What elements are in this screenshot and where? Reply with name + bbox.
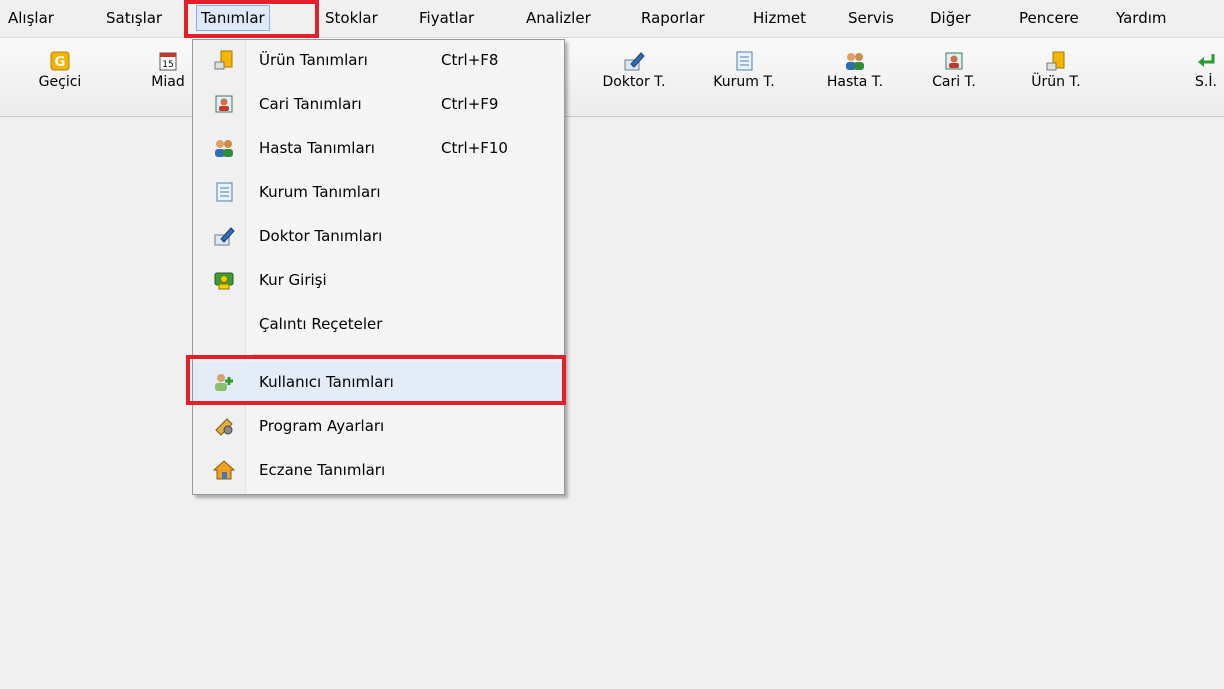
menu-item-calinti-receteler[interactable]: Çalıntı Reçeteler: [193, 304, 564, 344]
menu-servis[interactable]: Servis: [844, 5, 898, 31]
menu-item-eczane-tanimlari[interactable]: Eczane Tanımları: [193, 450, 564, 490]
menu-item-kurum-tanimlari[interactable]: Kurum Tanımları: [193, 172, 564, 212]
tanimlar-dropdown-menu: Ürün Tanımları Ctrl+F8 Cari Tanımları Ct…: [192, 39, 565, 495]
menu-separator: [253, 354, 553, 355]
people-icon: [215, 140, 233, 157]
green-return-arrow-icon: [1198, 54, 1215, 67]
toolbar-label: S.İ.: [1195, 74, 1217, 90]
toolbar-label: Cari T.: [932, 74, 976, 90]
settings-tools-icon: [215, 418, 233, 436]
toolbar-label: Hasta T.: [826, 74, 884, 90]
menu-yardim[interactable]: Yardım: [1112, 5, 1171, 31]
menu-item-shortcut: Ctrl+F9: [441, 95, 499, 113]
menu-item-urun-tanimlari[interactable]: Ürün Tanımları Ctrl+F8: [193, 40, 564, 80]
contact-card-icon: [945, 52, 963, 70]
toolbar-button-gecici[interactable]: G Geçici: [20, 50, 100, 90]
product-stack-icon: [1046, 51, 1065, 71]
document-list-icon: [216, 182, 233, 202]
people-icon: [846, 53, 864, 70]
menu-item-label: Cari Tanımları: [259, 95, 362, 113]
svg-text:15: 15: [162, 60, 173, 70]
toolbar-button-si[interactable]: S.İ.: [1166, 50, 1224, 90]
document-list-icon: [736, 51, 753, 71]
toolbar-label: Ürün T.: [1031, 74, 1081, 90]
menu-item-label: Kullanıcı Tanımları: [259, 373, 394, 391]
toolbar-label: Kurum T.: [713, 74, 775, 90]
menu-item-label: Kur Girişi: [259, 271, 327, 289]
menu-hizmet[interactable]: Hizmet: [749, 5, 810, 31]
menu-item-hasta-tanimlari[interactable]: Hasta Tanımları Ctrl+F10: [193, 128, 564, 168]
menu-item-shortcut: Ctrl+F10: [441, 139, 508, 157]
menu-raporlar[interactable]: Raporlar: [637, 5, 709, 31]
menu-alislar[interactable]: Alışlar: [4, 5, 58, 31]
toolbar: G Geçici 15 Miad Doktor T. Kurum T. Hast…: [0, 38, 1224, 117]
home-icon: [213, 460, 235, 480]
menu-item-label: Kurum Tanımları: [259, 183, 381, 201]
menu-item-kur-girisi[interactable]: Kur Girişi: [193, 260, 564, 300]
toolbar-button-hasta[interactable]: Hasta T.: [815, 50, 895, 90]
menu-item-label: Ürün Tanımları: [259, 51, 368, 69]
menubar: Alışlar Satışlar Tanımlar Stoklar Fiyatl…: [0, 0, 1224, 38]
menu-item-cari-tanimlari[interactable]: Cari Tanımları Ctrl+F9: [193, 84, 564, 124]
menu-item-label: Hasta Tanımları: [259, 139, 375, 157]
toolbar-button-cari[interactable]: Cari T.: [914, 50, 994, 90]
calendar-icon: 15: [159, 52, 177, 71]
doctor-pen-icon: [624, 52, 645, 71]
menu-diger[interactable]: Diğer: [926, 5, 975, 31]
menu-tanimlar[interactable]: Tanımlar: [196, 5, 270, 31]
toolbar-button-doktor[interactable]: Doktor T.: [594, 50, 674, 90]
menu-satislar[interactable]: Satışlar: [102, 5, 166, 31]
menu-item-label: Program Ayarları: [259, 417, 385, 435]
menu-item-program-ayarlari[interactable]: Program Ayarları: [193, 406, 564, 446]
menu-item-label: Çalıntı Reçeteler: [259, 315, 383, 333]
menu-item-label: Eczane Tanımları: [259, 461, 386, 479]
menu-item-shortcut: Ctrl+F8: [441, 51, 499, 69]
menu-pencere[interactable]: Pencere: [1015, 5, 1083, 31]
money-exchange-icon: [214, 272, 234, 290]
toolbar-button-kurum[interactable]: Kurum T.: [704, 50, 784, 90]
menu-item-doktor-tanimlari[interactable]: Doktor Tanımları: [193, 216, 564, 256]
menu-analizler[interactable]: Analizler: [522, 5, 595, 31]
product-stack-icon: [214, 50, 233, 70]
add-user-icon: [215, 374, 233, 391]
toolbar-button-urun[interactable]: Ürün T.: [1016, 50, 1096, 90]
toolbar-label: Doktor T.: [602, 74, 666, 90]
g-badge-icon: G: [50, 51, 70, 71]
menu-fiyatlar[interactable]: Fiyatlar: [415, 5, 478, 31]
toolbar-label: Geçici: [38, 74, 82, 90]
menu-item-label: Doktor Tanımları: [259, 227, 383, 245]
menu-stoklar[interactable]: Stoklar: [321, 5, 382, 31]
contact-card-icon: [215, 95, 233, 113]
svg-text:G: G: [55, 55, 66, 70]
menu-item-kullanici-tanimlari[interactable]: Kullanıcı Tanımları: [193, 362, 564, 402]
doctor-pen-icon: [214, 227, 235, 246]
